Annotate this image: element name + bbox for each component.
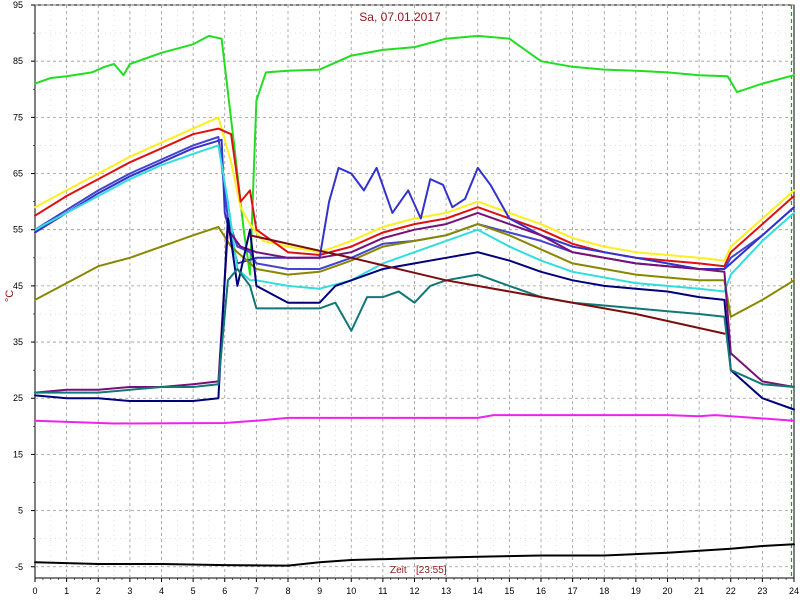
x-tick-label: 9 <box>317 586 322 596</box>
y-tick-label: 95 <box>13 0 23 10</box>
x-tick-label: 12 <box>409 586 419 596</box>
x-tick-label: 23 <box>757 586 767 596</box>
x-tick-label: 3 <box>127 586 132 596</box>
x-tick-label: 0 <box>32 586 37 596</box>
x-tick-label: 11 <box>378 586 387 596</box>
x-tick-label: 2 <box>96 586 101 596</box>
y-tick-label: -5 <box>15 562 23 572</box>
x-tick-label: 20 <box>662 586 672 596</box>
y-tick-label: 25 <box>13 393 23 403</box>
x-tick-label: 7 <box>254 586 259 596</box>
y-tick-label: 35 <box>13 337 23 347</box>
x-tick-label: 5 <box>191 586 196 596</box>
x-tick-label: 4 <box>159 586 164 596</box>
y-tick-label: 55 <box>13 225 23 235</box>
x-tick-label: 17 <box>568 586 578 596</box>
x-tick-label: 14 <box>473 586 483 596</box>
chart-title: Sa, 07.01.2017 <box>359 10 441 24</box>
x-tick-label: 19 <box>631 586 641 596</box>
y-tick-label: 75 <box>13 112 23 122</box>
x-tick-label: 22 <box>726 586 736 596</box>
time-readout-value: [23:55] <box>416 565 447 576</box>
x-tick-label: 1 <box>64 586 69 596</box>
x-tick-label: 10 <box>346 586 356 596</box>
time-readout: Zeit [23:55] <box>390 565 447 576</box>
y-tick-label: 45 <box>13 281 23 291</box>
x-tick-label: 24 <box>789 586 799 596</box>
chart-container: 0 1 2 3 4 5 6 7 8 9 10 11 12 13 14 15 16 17 18 19 20 21 22 23 24… <box>0 0 800 600</box>
x-tick-label: 6 <box>222 586 227 596</box>
series-line <box>34 138 795 270</box>
y-axis-label: °C <box>4 290 16 302</box>
x-tick-label: 18 <box>599 586 609 596</box>
x-tick-label: 13 <box>441 586 451 596</box>
x-tick-label: 16 <box>536 586 546 596</box>
time-readout-label: Zeit <box>390 565 407 576</box>
x-tick-label: 21 <box>694 586 704 596</box>
grid-layer <box>34 4 795 579</box>
y-tick-label: 85 <box>13 56 23 66</box>
x-tick-label: 15 <box>504 586 514 596</box>
temperature-line-chart: 0 1 2 3 4 5 6 7 8 9 10 11 12 13 14 15 16 17 18 19 20 21 22 23 24… <box>4 0 799 596</box>
x-tick-label: 8 <box>285 586 290 596</box>
y-tick-label: 65 <box>13 169 23 179</box>
y-tick-label: 15 <box>13 449 23 459</box>
y-tick-label: 5 <box>18 506 23 516</box>
